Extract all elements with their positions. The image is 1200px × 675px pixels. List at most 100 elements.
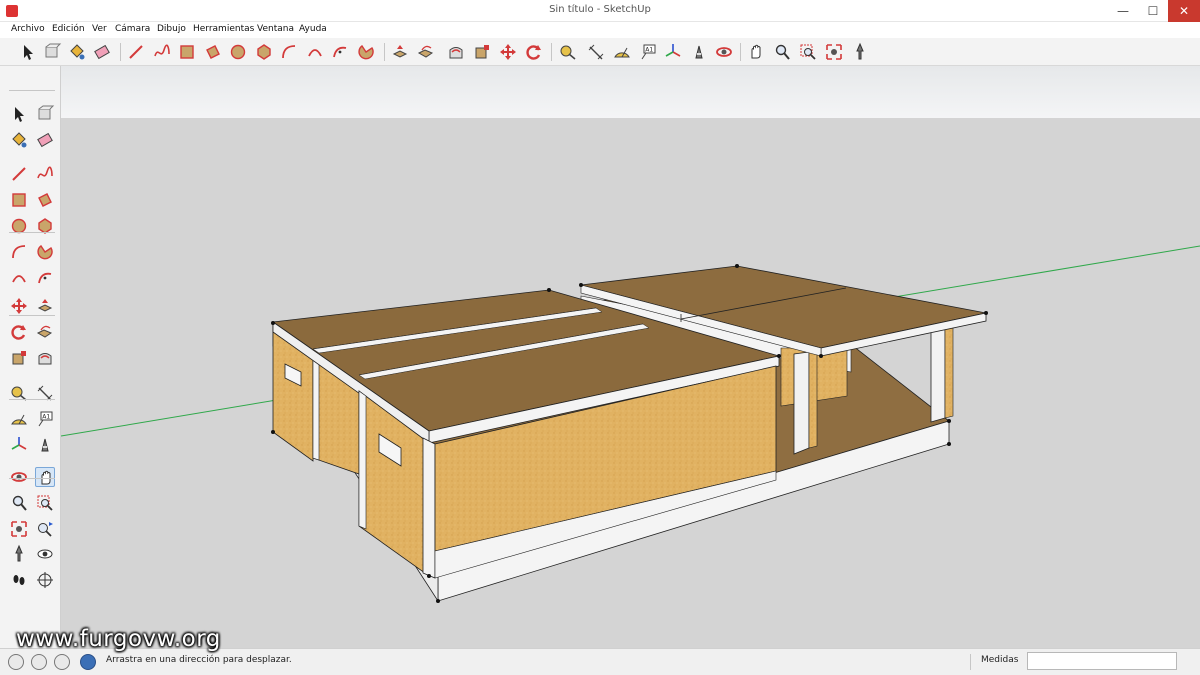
toolbar-axes-icon[interactable] — [663, 42, 683, 62]
rectangle-icon — [12, 193, 26, 207]
toolbar-zoom-window-icon[interactable] — [798, 42, 818, 62]
toolbar-rotated-rectangle-icon[interactable] — [203, 42, 223, 62]
sidebar-look-around-icon[interactable] — [35, 544, 55, 564]
toolbar-pan-icon[interactable] — [746, 42, 766, 62]
porch-post-right[interactable] — [930, 325, 946, 423]
toolbar-push-pull-icon[interactable] — [390, 42, 410, 62]
toolbar-eraser-icon[interactable] — [92, 42, 112, 62]
menu-edicion[interactable]: Edición — [52, 24, 85, 34]
toolbar-position-camera-icon[interactable] — [850, 42, 870, 62]
toolbar-rotate-icon[interactable] — [524, 42, 544, 62]
sidebar-rectangle-icon[interactable] — [9, 190, 29, 210]
sidebar-circle-icon[interactable] — [9, 216, 29, 236]
close-button[interactable]: ✕ — [1168, 0, 1200, 22]
toolbar-scale-icon[interactable] — [472, 42, 492, 62]
credits-icon[interactable] — [31, 654, 47, 670]
model-view[interactable] — [61, 66, 1200, 648]
sidebar-rotated-rectangle-icon[interactable] — [35, 190, 55, 210]
sidebar-tape-measure-icon[interactable] — [9, 383, 29, 403]
sidebar-zoom-window-icon[interactable] — [35, 493, 55, 513]
make-component-icon — [38, 105, 55, 120]
freehand-icon — [37, 166, 53, 179]
paint-bucket-icon — [12, 132, 27, 148]
toolbar-circle-icon[interactable] — [228, 42, 248, 62]
menu-ventana[interactable]: Ventana — [257, 24, 294, 34]
user-icon[interactable] — [54, 654, 70, 670]
sidebar-orbit-icon[interactable] — [9, 467, 29, 487]
sidebar-offset-icon[interactable] — [35, 348, 55, 368]
toolbar-text-icon[interactable]: A1 — [638, 42, 658, 62]
sidebar-polygon-icon[interactable] — [35, 216, 55, 236]
line-icon — [129, 45, 143, 59]
follow-me-icon — [417, 45, 434, 58]
toolbar-dimension-icon[interactable] — [586, 42, 606, 62]
sidebar-push-pull-icon[interactable] — [35, 296, 55, 316]
menu-ayuda[interactable]: Ayuda — [299, 24, 327, 34]
toolbar-tape-measure-icon[interactable] — [558, 42, 578, 62]
sidebar-scale-icon[interactable] — [9, 348, 29, 368]
dimension-icon — [37, 385, 53, 401]
sidebar-paint-bucket-icon[interactable] — [9, 130, 29, 150]
geo-location-icon[interactable] — [8, 654, 24, 670]
sidebar-protractor-icon[interactable] — [9, 409, 29, 429]
sidebar-follow-me-icon[interactable] — [35, 322, 55, 342]
sidebar-arc-icon[interactable] — [9, 242, 29, 262]
toolbar-move-icon[interactable] — [498, 42, 518, 62]
sidebar-move-icon[interactable] — [9, 296, 29, 316]
middle-module-edge — [312, 353, 320, 461]
toolbar-two-point-arc-icon[interactable] — [305, 42, 325, 62]
toolbar-make-component-icon[interactable] — [42, 42, 62, 62]
toolbar-zoom-icon[interactable] — [772, 42, 792, 62]
toolbar-follow-me-icon[interactable] — [416, 42, 436, 62]
sidebar-pan-icon[interactable] — [35, 467, 55, 487]
toolbar-arc-icon[interactable] — [279, 42, 299, 62]
sidebar-select-icon[interactable] — [9, 104, 29, 124]
toolbar-polygon-icon[interactable] — [254, 42, 274, 62]
sidebar-pie-icon[interactable] — [35, 242, 55, 262]
sidebar-three-point-arc-icon[interactable] — [35, 268, 55, 288]
drawing-area[interactable] — [61, 66, 1200, 648]
sidebar-walk-icon[interactable] — [9, 570, 29, 590]
toolbar-rectangle-icon[interactable] — [177, 42, 197, 62]
sidebar-make-component-icon[interactable] — [35, 104, 55, 124]
pan-icon — [751, 44, 761, 59]
toolbar-zoom-extents-icon[interactable] — [824, 42, 844, 62]
toolbar-offset-icon[interactable] — [446, 42, 466, 62]
maximize-button[interactable]: ☐ — [1138, 0, 1168, 22]
minimize-button[interactable]: — — [1108, 0, 1138, 22]
toolbar-line-icon[interactable] — [126, 42, 146, 62]
sidebar-two-point-arc-icon[interactable] — [9, 268, 29, 288]
make-component-icon — [45, 43, 62, 58]
sidebar-text-icon[interactable]: A1 — [35, 409, 55, 429]
sidebar-zoom-extents-icon[interactable] — [9, 519, 29, 539]
sidebar-previous-view-icon[interactable] — [35, 519, 55, 539]
sidebar-3d-text-icon[interactable] — [35, 435, 55, 455]
menu-camara[interactable]: Cámara — [115, 24, 150, 34]
toolbar-protractor-icon[interactable] — [612, 42, 632, 62]
help-icon[interactable] — [80, 654, 96, 670]
sidebar-axes-icon[interactable] — [9, 435, 29, 455]
sidebar-freehand-icon[interactable] — [35, 164, 55, 184]
sidebar-section-plane-icon[interactable] — [35, 570, 55, 590]
menu-herramientas[interactable]: Herramientas — [193, 24, 254, 34]
menu-dibujo[interactable]: Dibujo — [157, 24, 186, 34]
sidebar-dimension-icon[interactable] — [35, 383, 55, 403]
menu-archivo[interactable]: Archivo — [11, 24, 45, 34]
porch-post-left[interactable] — [793, 351, 810, 455]
toolbar-freehand-icon[interactable] — [152, 42, 172, 62]
toolbar-paint-bucket-icon[interactable] — [67, 42, 87, 62]
sidebar-rotate-icon[interactable] — [9, 322, 29, 342]
toolbar-select-icon[interactable] — [18, 42, 38, 62]
zoom-extents-icon — [826, 44, 842, 60]
toolbar-3d-text-icon[interactable] — [689, 42, 709, 62]
toolbar-orbit-icon[interactable] — [714, 42, 734, 62]
toolbar-three-point-arc-icon[interactable] — [330, 42, 350, 62]
sidebar-zoom-icon[interactable] — [9, 493, 29, 513]
sidebar-line-icon[interactable] — [9, 164, 29, 184]
arc-icon — [282, 45, 296, 59]
toolbar-pie-icon[interactable] — [356, 42, 376, 62]
measurements-input[interactable] — [1027, 652, 1177, 670]
sidebar-position-camera-icon[interactable] — [9, 544, 29, 564]
sidebar-eraser-icon[interactable] — [35, 130, 55, 150]
menu-ver[interactable]: Ver — [92, 24, 107, 34]
